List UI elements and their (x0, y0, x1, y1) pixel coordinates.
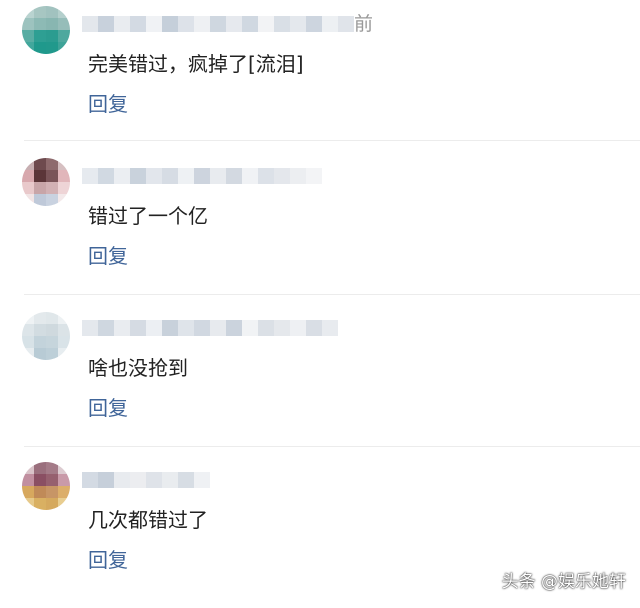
divider (24, 446, 640, 447)
divider (24, 140, 640, 141)
divider (24, 294, 640, 295)
username-blurred (82, 318, 338, 338)
watermark: 头条 @娱乐她轩 (501, 572, 626, 592)
comment-item: 啥也没抢到 回复 (0, 304, 640, 456)
comment-text: 错过了一个亿 (88, 204, 208, 228)
username-blurred (82, 166, 322, 186)
comment-text: 啥也没抢到 (88, 356, 188, 380)
avatar[interactable] (22, 462, 70, 510)
avatar[interactable] (22, 312, 70, 360)
comment-item: 错过了一个亿 回复 (0, 152, 640, 304)
username-blurred (82, 470, 210, 490)
comment-item: 前 完美错过，疯掉了[流泪] 回复 (0, 0, 640, 152)
reply-button[interactable]: 回复 (88, 546, 128, 574)
reply-button[interactable]: 回复 (88, 90, 128, 118)
avatar[interactable] (22, 158, 70, 206)
avatar[interactable] (22, 6, 70, 54)
reply-button[interactable]: 回复 (88, 394, 128, 422)
reply-button[interactable]: 回复 (88, 242, 128, 270)
username-blurred (82, 14, 354, 34)
comment-text: 几次都错过了 (88, 508, 208, 532)
comment-time: 前 (354, 13, 374, 35)
comment-text: 完美错过，疯掉了[流泪] (88, 52, 304, 76)
